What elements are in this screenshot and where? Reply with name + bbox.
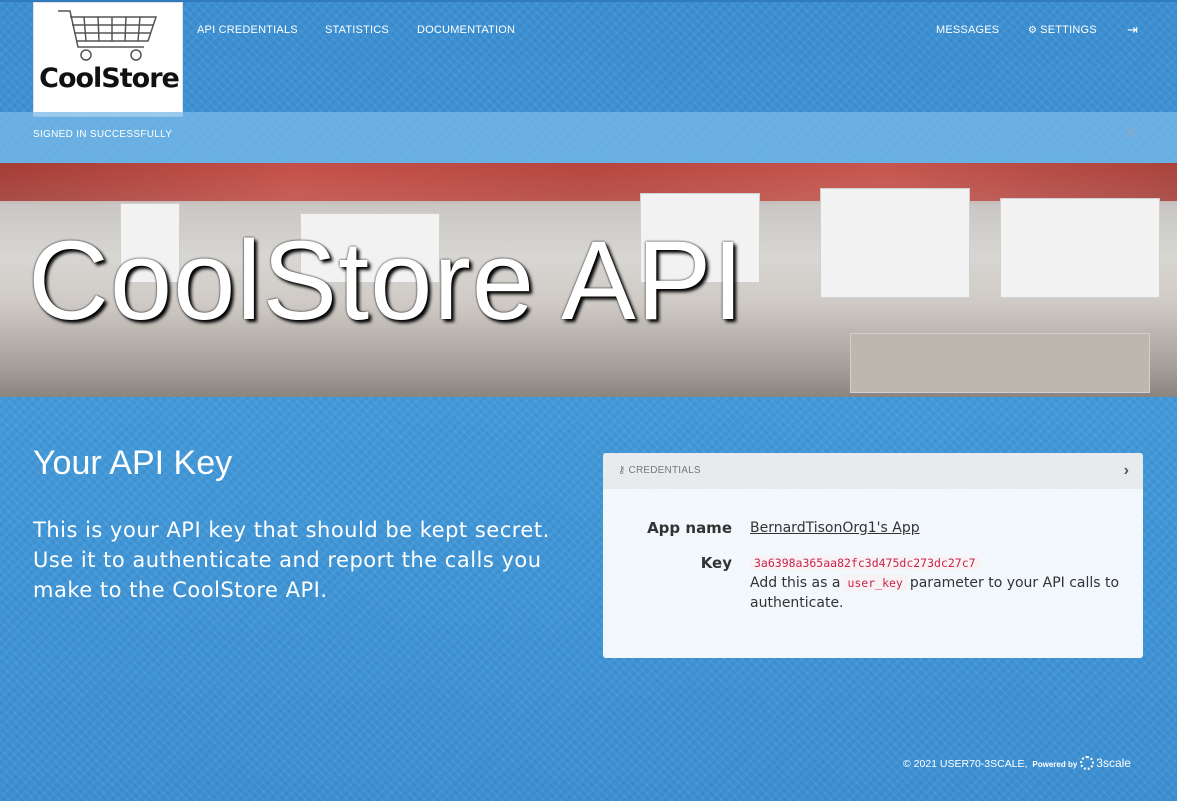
key-label: Key (700, 554, 732, 572)
api-key-value[interactable]: 3a6398a365aa82fc3d475dc273dc27c7 (750, 556, 980, 570)
logo-text: CoolStore (39, 63, 180, 94)
key-icon: ⚷ (618, 465, 626, 476)
footer-copyright: © 2021 USER70-3SCALE, (903, 758, 1028, 770)
app-name-link[interactable]: BernardTisonOrg1's App (750, 520, 920, 536)
hero-title: CoolStore API (28, 218, 745, 343)
sign-out-icon: ⇥ (1127, 22, 1139, 37)
hint-prefix: Add this as a (750, 575, 841, 591)
credentials-panel-header[interactable]: ⚷ CREDENTIALS › (603, 453, 1143, 489)
hint-param: user_key (843, 575, 907, 591)
gears-icon: ⚙ (1028, 25, 1038, 36)
chevron-right-icon: › (1123, 462, 1129, 479)
page-description: This is your API key that should be kept… (33, 518, 550, 602)
key-hint: Add this as a user_key parameter to your A… (750, 573, 1135, 613)
hero-decoration (820, 188, 970, 298)
credentials-header-text: CREDENTIALS (628, 465, 701, 476)
powered-by-text: Powered by (1032, 760, 1078, 769)
hero-decoration (850, 333, 1150, 393)
nav-settings-label: SETTINGS (1040, 24, 1097, 36)
hero-decoration (1000, 198, 1160, 298)
hero-banner: CoolStore API (0, 163, 1177, 397)
flash-notice: SIGNED IN SUCCESSFULLY × (0, 112, 1177, 163)
nav-api-credentials[interactable]: API CREDENTIALS (197, 24, 298, 36)
flash-message: SIGNED IN SUCCESSFULLY (33, 129, 173, 140)
app-name-label: App name (647, 519, 732, 537)
footer: © 2021 USER70-3SCALE, Powered by 3scale (903, 756, 1131, 770)
powered-by-3scale-link[interactable]: Powered by 3scale (1030, 756, 1131, 770)
navbar: CoolStore API CREDENTIALS STATISTICS DOC… (0, 0, 1177, 117)
credentials-panel: ⚷ CREDENTIALS › App name BernardTisonOrg1… (603, 453, 1143, 658)
nav-settings[interactable]: ⚙ SETTINGS (1028, 24, 1097, 36)
page-title: Your API Key (33, 444, 233, 482)
credentials-header-label: ⚷ CREDENTIALS (618, 465, 701, 476)
nav-documentation[interactable]: DOCUMENTATION (417, 24, 515, 36)
hero-store-background (0, 163, 1177, 201)
coolstore-logo[interactable]: CoolStore (33, 2, 183, 117)
3scale-brand: 3scale (1096, 756, 1131, 770)
shopping-cart-icon (58, 10, 158, 61)
nav-statistics[interactable]: STATISTICS (325, 24, 389, 36)
3scale-logo-icon (1080, 756, 1095, 770)
logout-button[interactable]: ⇥ (1127, 22, 1138, 38)
flash-close-button[interactable]: × (1124, 122, 1137, 144)
nav-messages[interactable]: MESSAGES (936, 24, 999, 36)
